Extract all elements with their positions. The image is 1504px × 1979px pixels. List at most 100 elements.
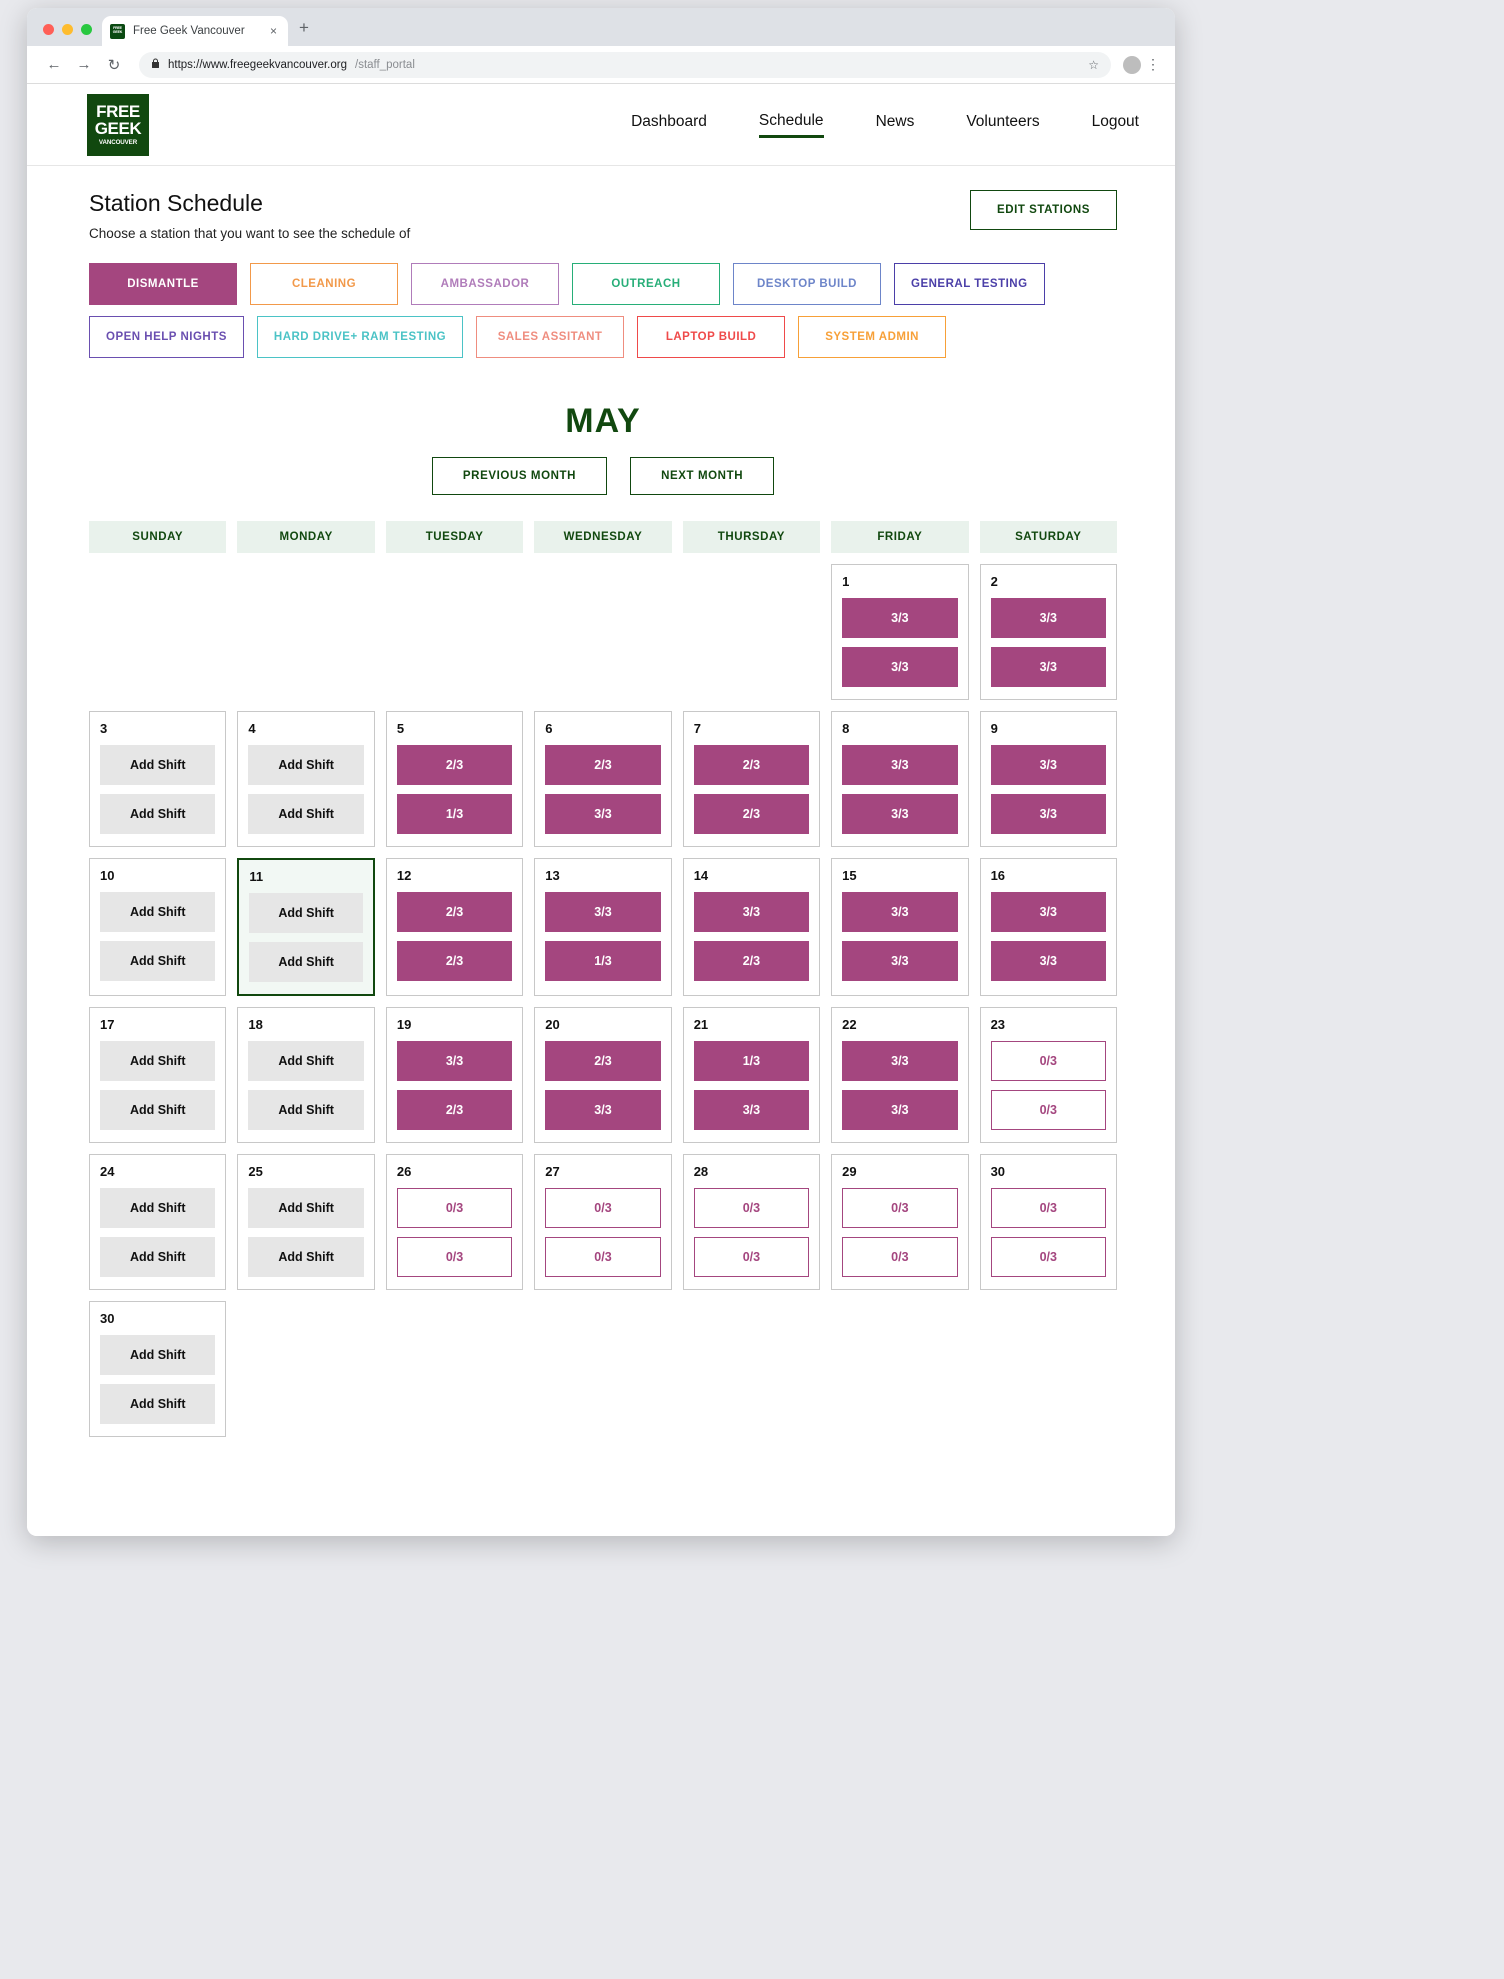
nav-item-dashboard[interactable]: Dashboard	[631, 113, 707, 136]
shift-slot-badge[interactable]: 0/3	[990, 1041, 1106, 1081]
maximize-window-button[interactable]	[81, 24, 92, 35]
window-controls[interactable]	[39, 24, 102, 46]
station-button-general-testing[interactable]: GENERAL TESTING	[894, 263, 1045, 305]
minimize-window-button[interactable]	[62, 24, 73, 35]
add-shift-button[interactable]: Add Shift	[248, 745, 364, 785]
shift-slot-badge[interactable]: 3/3	[545, 794, 661, 834]
shift-slot-badge[interactable]: 3/3	[396, 1041, 513, 1081]
add-shift-button[interactable]: Add Shift	[100, 1090, 216, 1130]
shift-slot-badge[interactable]: 3/3	[842, 598, 958, 638]
avatar[interactable]	[1123, 55, 1141, 74]
add-shift-button[interactable]: Add Shift	[100, 1335, 216, 1375]
browser-tab[interactable]: FREE GEEK Free Geek Vancouver ×	[102, 16, 288, 46]
calendar-day-cell: 18 Add Shift Add Shift	[237, 1007, 375, 1143]
add-shift-button[interactable]: Add Shift	[248, 1041, 364, 1081]
shift-slot-badge[interactable]: 1/3	[545, 941, 661, 981]
add-shift-button[interactable]: Add Shift	[100, 794, 216, 834]
shift-slot-badge[interactable]: 3/3	[693, 892, 810, 932]
shift-slot-badge[interactable]: 0/3	[990, 1237, 1106, 1277]
close-window-button[interactable]	[43, 24, 54, 35]
shift-slot-badge[interactable]: 0/3	[396, 1237, 513, 1277]
add-shift-button[interactable]: Add Shift	[100, 1384, 216, 1424]
next-month-button[interactable]: NEXT MONTH	[630, 457, 775, 495]
shift-slot-badge[interactable]: 2/3	[693, 941, 810, 981]
shift-slot-badge[interactable]: 3/3	[545, 892, 661, 932]
add-shift-button[interactable]: Add Shift	[249, 942, 363, 982]
calendar-day-cell: 1 3/3 3/3	[831, 564, 969, 700]
shift-slot-badge[interactable]: 0/3	[545, 1188, 661, 1228]
shift-slot-badge[interactable]: 3/3	[990, 892, 1106, 932]
shift-slot-badge[interactable]: 0/3	[396, 1188, 513, 1228]
add-shift-button[interactable]: Add Shift	[100, 892, 216, 932]
shift-slot-badge[interactable]: 3/3	[842, 647, 958, 687]
station-button-cleaning[interactable]: CLEANING	[250, 263, 398, 305]
shift-slot-badge[interactable]: 2/3	[693, 745, 810, 785]
shift-slot-badge[interactable]: 2/3	[396, 1090, 513, 1130]
add-shift-button[interactable]: Add Shift	[100, 1237, 216, 1277]
add-shift-button[interactable]: Add Shift	[248, 1237, 364, 1277]
shift-slot-badge[interactable]: 2/3	[545, 745, 661, 785]
shift-slot-badge[interactable]: 1/3	[693, 1041, 810, 1081]
edit-stations-button[interactable]: EDIT STATIONS	[970, 190, 1117, 230]
shift-slot-badge[interactable]: 2/3	[396, 745, 513, 785]
add-shift-button[interactable]: Add Shift	[248, 794, 364, 834]
shift-slot-badge[interactable]: 0/3	[842, 1188, 958, 1228]
shift-slot-badge[interactable]: 3/3	[990, 941, 1106, 981]
shift-slot-badge[interactable]: 2/3	[545, 1041, 661, 1081]
shift-slot-badge[interactable]: 0/3	[693, 1188, 810, 1228]
shift-slot-badge[interactable]: 3/3	[990, 745, 1106, 785]
add-shift-button[interactable]: Add Shift	[249, 893, 363, 933]
shift-slot-badge[interactable]: 3/3	[990, 647, 1106, 687]
station-button-open-help-nights[interactable]: OPEN HELP NIGHTS	[89, 316, 244, 358]
back-icon[interactable]: ←	[41, 56, 67, 73]
nav-item-schedule[interactable]: Schedule	[758, 112, 824, 138]
nav-item-volunteers[interactable]: Volunteers	[966, 113, 1039, 136]
shift-slot-badge[interactable]: 0/3	[990, 1090, 1106, 1130]
station-button-system-admin[interactable]: SYSTEM ADMIN	[798, 316, 947, 358]
station-button-outreach[interactable]: OUTREACH	[572, 263, 720, 305]
site-logo[interactable]: FREE GEEK VANCOUVER	[87, 93, 149, 156]
reload-icon[interactable]: ↻	[101, 56, 127, 74]
new-tab-button[interactable]: +	[288, 18, 320, 46]
close-tab-icon[interactable]: ×	[267, 24, 280, 38]
nav-item-news[interactable]: News	[876, 113, 915, 136]
shift-slot-badge[interactable]: 3/3	[842, 941, 958, 981]
shift-slot-badge[interactable]: 3/3	[545, 1090, 661, 1130]
previous-month-button[interactable]: PREVIOUS MONTH	[431, 457, 608, 495]
add-shift-button[interactable]: Add Shift	[248, 1090, 364, 1130]
shift-slot-badge[interactable]: 1/3	[396, 794, 513, 834]
shift-slot-badge[interactable]: 3/3	[842, 1090, 958, 1130]
add-shift-button[interactable]: Add Shift	[248, 1188, 364, 1228]
forward-icon[interactable]: →	[71, 56, 97, 73]
add-shift-button[interactable]: Add Shift	[100, 941, 216, 981]
shift-slot-badge[interactable]: 3/3	[842, 1041, 958, 1081]
day-number: 26	[396, 1164, 412, 1179]
address-bar[interactable]: https://www.freegeekvancouver.org/staff_…	[139, 51, 1111, 78]
shift-slot-badge[interactable]: 3/3	[842, 892, 958, 932]
add-shift-button[interactable]: Add Shift	[100, 1188, 216, 1228]
shift-slot-badge[interactable]: 3/3	[693, 1090, 810, 1130]
shift-slot-badge[interactable]: 2/3	[396, 941, 513, 981]
station-button-sales-assitant[interactable]: SALES ASSITANT	[476, 316, 625, 358]
shift-slot-badge[interactable]: 3/3	[990, 794, 1106, 834]
shift-slot-badge[interactable]: 0/3	[842, 1237, 958, 1277]
shift-slot-badge[interactable]: 0/3	[545, 1237, 661, 1277]
shift-slot-badge[interactable]: 3/3	[842, 794, 958, 834]
shift-slot-badge[interactable]: 3/3	[842, 745, 958, 785]
bookmark-star-icon[interactable]: ☆	[1088, 58, 1099, 72]
station-button-laptop-build[interactable]: LAPTOP BUILD	[637, 316, 786, 358]
shift-slot-badge[interactable]: 0/3	[693, 1237, 810, 1277]
station-button-desktop-build[interactable]: DESKTOP BUILD	[733, 263, 881, 305]
shift-slot-badge[interactable]: 3/3	[990, 598, 1106, 638]
nav-item-logout[interactable]: Logout	[1092, 113, 1139, 136]
shift-slot-badge[interactable]: 2/3	[396, 892, 513, 932]
add-shift-button[interactable]: Add Shift	[100, 1041, 216, 1081]
station-button-dismantle[interactable]: DISMANTLE	[89, 263, 237, 305]
day-number: 25	[248, 1164, 263, 1179]
add-shift-button[interactable]: Add Shift	[100, 745, 216, 785]
shift-slot-badge[interactable]: 2/3	[693, 794, 810, 834]
station-button-hard-drive-ram-testing[interactable]: HARD DRIVE + RAM TESTING	[256, 316, 464, 358]
shift-slot-badge[interactable]: 0/3	[990, 1188, 1106, 1228]
browser-menu-icon[interactable]: ⋮	[1145, 56, 1161, 73]
station-button-ambassador[interactable]: AMBASSADOR	[411, 263, 559, 305]
